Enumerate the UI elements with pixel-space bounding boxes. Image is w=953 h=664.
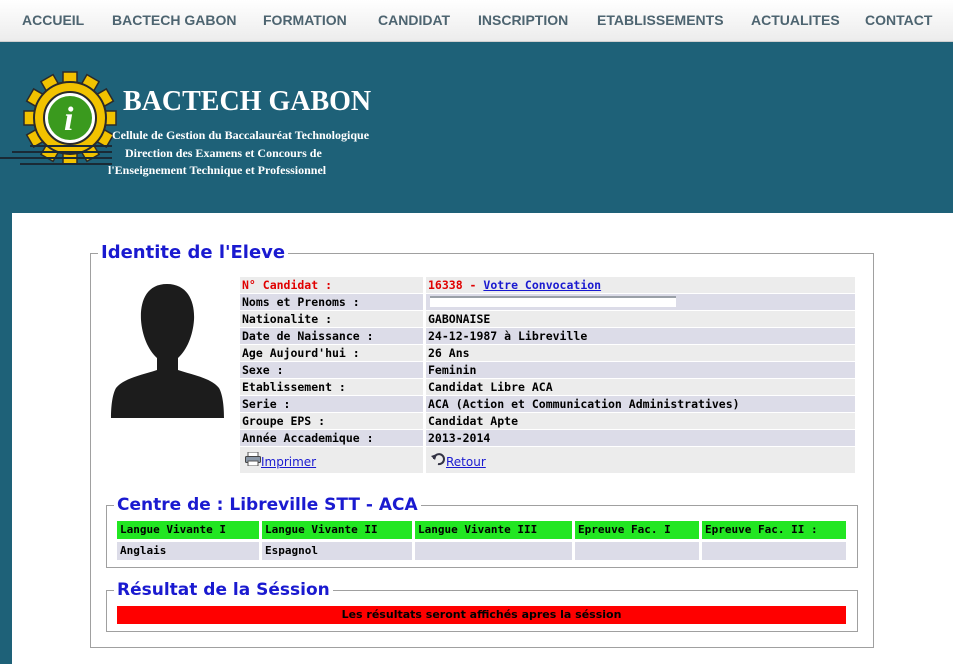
site-subtitle-2: Direction des Examens et Concours de bbox=[125, 146, 322, 160]
top-navigation: ACCUEIL BACTECH GABON FORMATION CANDIDAT… bbox=[0, 0, 953, 42]
centre-legend: Centre de : Libreville STT - ACA bbox=[114, 495, 421, 515]
logo-lines-icon bbox=[0, 145, 112, 165]
nav-contact[interactable]: CONTACT bbox=[865, 12, 932, 28]
identity-legend: Identite de l'Eleve bbox=[98, 242, 289, 263]
value-sexe: Feminin bbox=[426, 362, 855, 378]
value-candidat: 16338 - Votre Convocation bbox=[426, 277, 855, 293]
header-langue-3: Langue Vivante III bbox=[415, 521, 572, 539]
header-banner: i BACTECH GABON Cellule de Gestion du Ba… bbox=[0, 42, 953, 214]
label-serie: Serie : bbox=[240, 396, 423, 412]
nav-actualites[interactable]: ACTUALITES bbox=[751, 12, 840, 28]
value-langue-3 bbox=[415, 542, 572, 560]
row-candidat: N° Candidat : 16338 - Votre Convocation bbox=[240, 277, 855, 293]
label-sexe: Sexe : bbox=[240, 362, 423, 378]
value-age: 26 Ans bbox=[426, 345, 855, 361]
nav-candidat[interactable]: CANDIDAT bbox=[378, 12, 450, 28]
result-legend: Résultat de la Séssion bbox=[114, 580, 333, 600]
row-naissance: Date de Naissance : 24-12-1987 à Librevi… bbox=[240, 328, 855, 344]
nav-accueil[interactable]: ACCUEIL bbox=[22, 12, 84, 28]
site-title: BACTECH GABON bbox=[123, 86, 372, 117]
nav-inscription[interactable]: INSCRIPTION bbox=[478, 12, 568, 28]
site-subtitle-1: Cellule de Gestion du Baccalauréat Techn… bbox=[112, 128, 370, 142]
header-langue-1: Langue Vivante I bbox=[117, 521, 259, 539]
label-candidat: N° Candidat : bbox=[240, 277, 423, 293]
header-langue-2: Langue Vivante II bbox=[262, 521, 412, 539]
row-age: Age Aujourd'hui : 26 Ans bbox=[240, 345, 855, 361]
site-subtitle-3: l'Enseignement Technique et Professionne… bbox=[108, 163, 327, 177]
convocation-link[interactable]: Votre Convocation bbox=[483, 278, 601, 292]
print-link[interactable]: Imprimer bbox=[261, 455, 316, 469]
row-noms: Noms et Prenoms : bbox=[240, 294, 855, 310]
value-noms bbox=[426, 294, 855, 310]
redacted-name bbox=[430, 296, 676, 307]
row-etablissement: Etablissement : Candidat Libre ACA bbox=[240, 379, 855, 395]
svg-text:i: i bbox=[64, 101, 74, 138]
value-epreuve-1 bbox=[575, 542, 699, 560]
candidat-number: 16338 - bbox=[428, 278, 484, 292]
back-cell: Retour bbox=[426, 447, 855, 473]
label-noms: Noms et Prenoms : bbox=[240, 294, 423, 310]
value-nationalite: GABONAISE bbox=[426, 311, 855, 327]
nav-etablissements[interactable]: ETABLISSEMENTS bbox=[597, 12, 724, 28]
label-annee: Année Accademique : bbox=[240, 430, 423, 446]
row-annee: Année Accademique : 2013-2014 bbox=[240, 430, 855, 446]
value-naissance: 24-12-1987 à Libreville bbox=[426, 328, 855, 344]
row-serie: Serie : ACA (Action et Communication Adm… bbox=[240, 396, 855, 412]
row-groupe-eps: Groupe EPS : Candidat Apte bbox=[240, 413, 855, 429]
label-naissance: Date de Naissance : bbox=[240, 328, 423, 344]
value-langue-1: Anglais bbox=[117, 542, 259, 560]
label-age: Age Aujourd'hui : bbox=[240, 345, 423, 361]
nav-bactech-gabon[interactable]: BACTECH GABON bbox=[112, 12, 236, 28]
back-arrow-icon bbox=[431, 453, 445, 466]
label-groupe-eps: Groupe EPS : bbox=[240, 413, 423, 429]
print-cell: Imprimer bbox=[240, 447, 423, 473]
printer-icon bbox=[245, 452, 261, 466]
avatar-silhouette bbox=[110, 280, 225, 418]
label-nationalite: Nationalite : bbox=[240, 311, 423, 327]
value-etablissement: Candidat Libre ACA bbox=[426, 379, 855, 395]
row-nationalite: Nationalite : GABONAISE bbox=[240, 311, 855, 327]
value-groupe-eps: Candidat Apte bbox=[426, 413, 855, 429]
value-langue-2: Espagnol bbox=[262, 542, 412, 560]
back-link[interactable]: Retour bbox=[446, 455, 486, 469]
value-serie: ACA (Action et Communication Administrat… bbox=[426, 396, 855, 412]
header-epreuve-2: Epreuve Fac. II : bbox=[702, 521, 846, 539]
result-message: Les résultats seront affichés apres la s… bbox=[117, 606, 846, 624]
row-sexe: Sexe : Feminin bbox=[240, 362, 855, 378]
value-epreuve-2 bbox=[702, 542, 846, 560]
label-etablissement: Etablissement : bbox=[240, 379, 423, 395]
value-annee: 2013-2014 bbox=[426, 430, 855, 446]
header-epreuve-1: Epreuve Fac. I bbox=[575, 521, 699, 539]
nav-formation[interactable]: FORMATION bbox=[263, 12, 347, 28]
